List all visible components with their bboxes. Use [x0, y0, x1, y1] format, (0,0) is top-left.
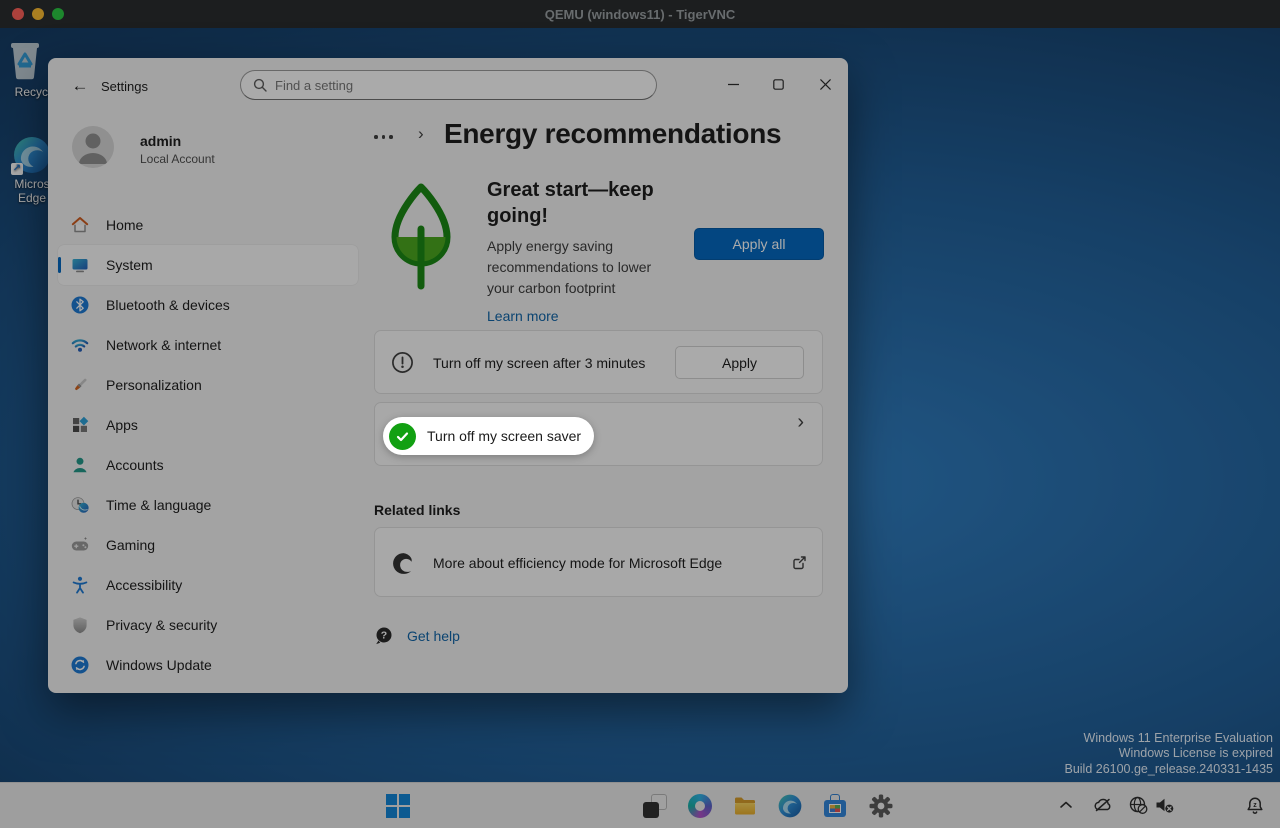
spotlight-highlight[interactable]: Turn off my screen saver	[383, 417, 594, 455]
dim-overlay	[0, 0, 1280, 828]
recommendation-label: Turn off my screen saver	[427, 428, 581, 444]
screen: QEMU (windows11) - TigerVNC Recycle	[0, 0, 1280, 828]
check-circle-icon	[389, 423, 416, 450]
